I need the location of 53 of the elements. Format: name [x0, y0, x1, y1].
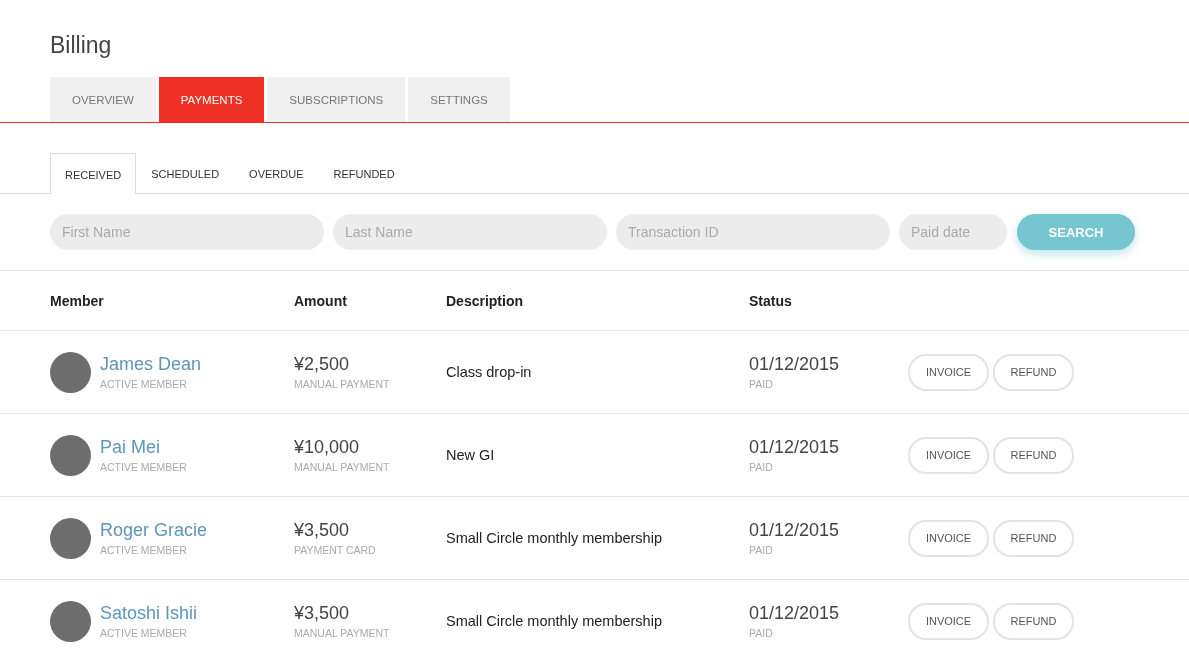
payment-status: PAID: [749, 544, 774, 556]
action-button[interactable]: INVOICE: [908, 436, 989, 474]
action-button[interactable]: REFUND: [993, 436, 1074, 474]
payment-method: MANUAL PAYMENT: [294, 378, 391, 390]
payment-method: MANUAL PAYMENT: [294, 461, 391, 473]
filter-field[interactable]: Last Name: [333, 214, 607, 250]
action-button[interactable]: REFUND: [993, 519, 1074, 557]
payment-method: PAYMENT CARD: [294, 544, 377, 556]
member-status: ACTIVE MEMBER: [100, 544, 188, 556]
avatar-placeholder: [50, 517, 91, 559]
member-status: ACTIVE MEMBER: [100, 461, 187, 473]
avatar-placeholder: [50, 600, 91, 642]
payment-date: 01/12/2015: [749, 603, 841, 624]
page-title: Billing: [49, 31, 113, 60]
payment-status: PAID: [749, 461, 774, 473]
action-button[interactable]: INVOICE: [908, 353, 989, 391]
amount: ¥3,500: [294, 520, 351, 541]
description: Small Circle monthly membership: [446, 530, 663, 546]
column-header: Amount: [294, 292, 348, 309]
filter-field[interactable]: First Name: [50, 214, 324, 250]
column-header: Member: [50, 292, 105, 309]
tab[interactable]: OVERVIEW: [50, 77, 156, 122]
filter-field[interactable]: Paid date: [899, 214, 1007, 250]
amount: ¥3,500: [294, 603, 351, 624]
payment-status: PAID: [749, 378, 774, 390]
member-status: ACTIVE MEMBER: [100, 627, 188, 639]
avatar-placeholder: [50, 351, 91, 393]
payment-date: 01/12/2015: [749, 354, 841, 375]
tab[interactable]: SETTINGS: [408, 77, 510, 122]
member-status: ACTIVE MEMBER: [100, 378, 188, 390]
payment-date: 01/12/2015: [749, 437, 841, 458]
description: Class drop-in: [446, 364, 533, 380]
subtab[interactable]: REFUNDED: [318, 153, 410, 193]
avatar-placeholder: [50, 434, 91, 476]
action-button[interactable]: REFUND: [993, 353, 1074, 391]
subtab[interactable]: SCHEDULED: [136, 153, 235, 193]
description: Small Circle monthly membership: [446, 613, 663, 629]
payment-status: PAID: [749, 627, 774, 639]
subtab[interactable]: OVERDUE: [234, 153, 319, 193]
amount: ¥10,000: [294, 437, 361, 458]
column-header: Description: [446, 292, 524, 309]
filter-field[interactable]: Transaction ID: [616, 214, 890, 250]
action-button[interactable]: INVOICE: [908, 519, 989, 557]
action-button[interactable]: REFUND: [993, 602, 1074, 640]
description: New GI: [446, 447, 496, 463]
tab[interactable]: PAYMENTS: [158, 77, 265, 122]
tab[interactable]: SUBSCRIPTIONS: [267, 77, 406, 122]
payment-date: 01/12/2015: [749, 520, 841, 541]
subtab[interactable]: RECEIVED: [50, 153, 137, 194]
amount: ¥2,500: [294, 354, 351, 375]
payment-method: MANUAL PAYMENT: [294, 627, 391, 639]
column-header: Status: [749, 292, 793, 309]
action-button[interactable]: INVOICE: [908, 602, 989, 640]
